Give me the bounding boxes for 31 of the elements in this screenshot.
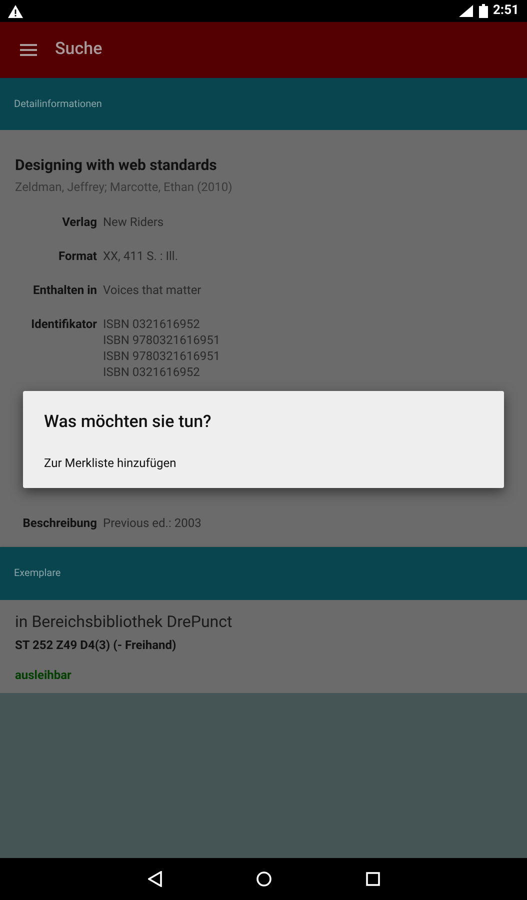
- field-label: Enthalten in: [32, 282, 97, 298]
- field-value: Previous ed.: 2003: [103, 515, 202, 531]
- section-title: Exemplare: [14, 567, 61, 581]
- field-value: New Riders: [103, 214, 164, 230]
- dialog-option[interactable]: Zur Merkliste hinzufügen: [44, 454, 483, 472]
- copy-item[interactable]: in Bereichsbibliothek DrePunct ST 252 Z49 D4(3) (- Freihand) ausleihbar: [0, 600, 527, 693]
- field-value: ISBN 9780321616951: [103, 332, 220, 348]
- shelfmark: ST 252 Z49 D4(3) (- Freihand): [15, 637, 178, 654]
- book-title: Designing with web standards: [15, 155, 218, 176]
- field-value: ISBN 0321616952: [103, 316, 201, 332]
- battery-icon: [478, 4, 488, 18]
- signal-icon: [458, 5, 473, 17]
- field-value: ISBN 9780321616951: [103, 348, 220, 364]
- clock-time: 2:51: [492, 2, 519, 20]
- section-title: Detailinformationen: [14, 98, 102, 112]
- field-value: ISBN 0321616952: [103, 364, 201, 380]
- field-label: Beschreibung: [22, 515, 97, 531]
- back-icon[interactable]: [148, 871, 162, 887]
- dialog-title: Was möchten sie tun?: [44, 411, 212, 434]
- recents-icon[interactable]: [366, 872, 380, 886]
- home-icon[interactable]: [256, 871, 272, 887]
- field-label: Verlag: [61, 214, 97, 230]
- field-label: Identifikator: [30, 316, 97, 332]
- availability-status: ausleihbar: [15, 667, 72, 684]
- menu-icon[interactable]: [20, 44, 37, 56]
- field-value: XX, 411 S. : Ill.: [103, 248, 178, 264]
- field-label: Format: [57, 248, 97, 264]
- library-name: in Bereichsbibliothek DrePunct: [15, 611, 234, 633]
- app-title: Suche: [55, 38, 102, 62]
- warning-icon: [8, 4, 23, 18]
- field-value: Voices that matter: [103, 282, 202, 298]
